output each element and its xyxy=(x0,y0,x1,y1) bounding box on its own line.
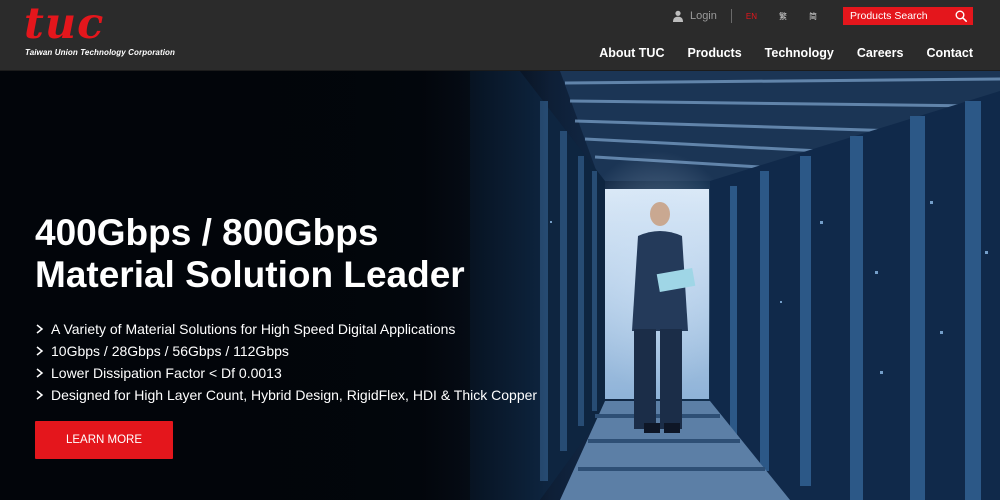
nav-careers[interactable]: Careers xyxy=(857,46,904,60)
main-nav: About TUC Products Technology Careers Co… xyxy=(576,46,973,60)
list-item: A Variety of Material Solutions for High… xyxy=(35,318,537,340)
list-item: 10Gbps / 28Gbps / 56Gbps / 112Gbps xyxy=(35,340,537,362)
list-item: Lower Dissipation Factor < Df 0.0013 xyxy=(35,362,537,384)
products-search-input[interactable]: Products Search xyxy=(843,7,973,25)
hero-title-line-1: 400Gbps / 800Gbps xyxy=(35,212,379,253)
hero-title-line-2: Material Solution Leader xyxy=(35,254,465,295)
learn-more-button[interactable]: LEARN MORE xyxy=(35,421,173,459)
chevron-right-icon xyxy=(36,390,44,400)
nav-about-tuc[interactable]: About TUC xyxy=(599,46,664,60)
logo-mark: tuc xyxy=(24,0,105,49)
login-label: Login xyxy=(689,10,717,22)
nav-products[interactable]: Products xyxy=(687,46,741,60)
login-link[interactable]: Login xyxy=(672,10,717,22)
feature-text: A Variety of Material Solutions for High… xyxy=(51,321,456,337)
feature-text: Lower Dissipation Factor < Df 0.0013 xyxy=(51,365,282,381)
hero-title: 400Gbps / 800Gbps Material Solution Lead… xyxy=(35,212,465,296)
lang-simplified-chinese[interactable]: 简 xyxy=(809,11,817,22)
lang-en[interactable]: EN xyxy=(746,12,757,21)
site-header: tuc Taiwan Union Technology Corporation … xyxy=(0,0,1000,71)
chevron-right-icon xyxy=(36,368,44,378)
feature-text: Designed for High Layer Count, Hybrid De… xyxy=(51,387,538,403)
chevron-right-icon xyxy=(36,324,44,334)
company-name: Taiwan Union Technology Corporation xyxy=(25,48,176,57)
tuc-logo[interactable]: tuc Taiwan Union Technology Corporation xyxy=(24,0,184,62)
chevron-right-icon xyxy=(36,346,44,356)
hero-banner: 400Gbps / 800Gbps Material Solution Lead… xyxy=(0,71,1000,500)
user-icon xyxy=(672,10,683,22)
feature-text: 10Gbps / 28Gbps / 56Gbps / 112Gbps xyxy=(51,343,289,359)
divider xyxy=(730,9,732,23)
search-icon[interactable] xyxy=(955,10,967,22)
list-item: Designed for High Layer Count, Hybrid De… xyxy=(35,384,537,406)
utility-bar: Login EN 繁 简 Products Search xyxy=(672,7,973,25)
lang-traditional-chinese[interactable]: 繁 xyxy=(779,11,787,22)
nav-technology[interactable]: Technology xyxy=(765,46,834,60)
nav-contact[interactable]: Contact xyxy=(926,46,973,60)
feature-list: A Variety of Material Solutions for High… xyxy=(35,318,537,406)
search-placeholder: Products Search xyxy=(850,10,928,22)
